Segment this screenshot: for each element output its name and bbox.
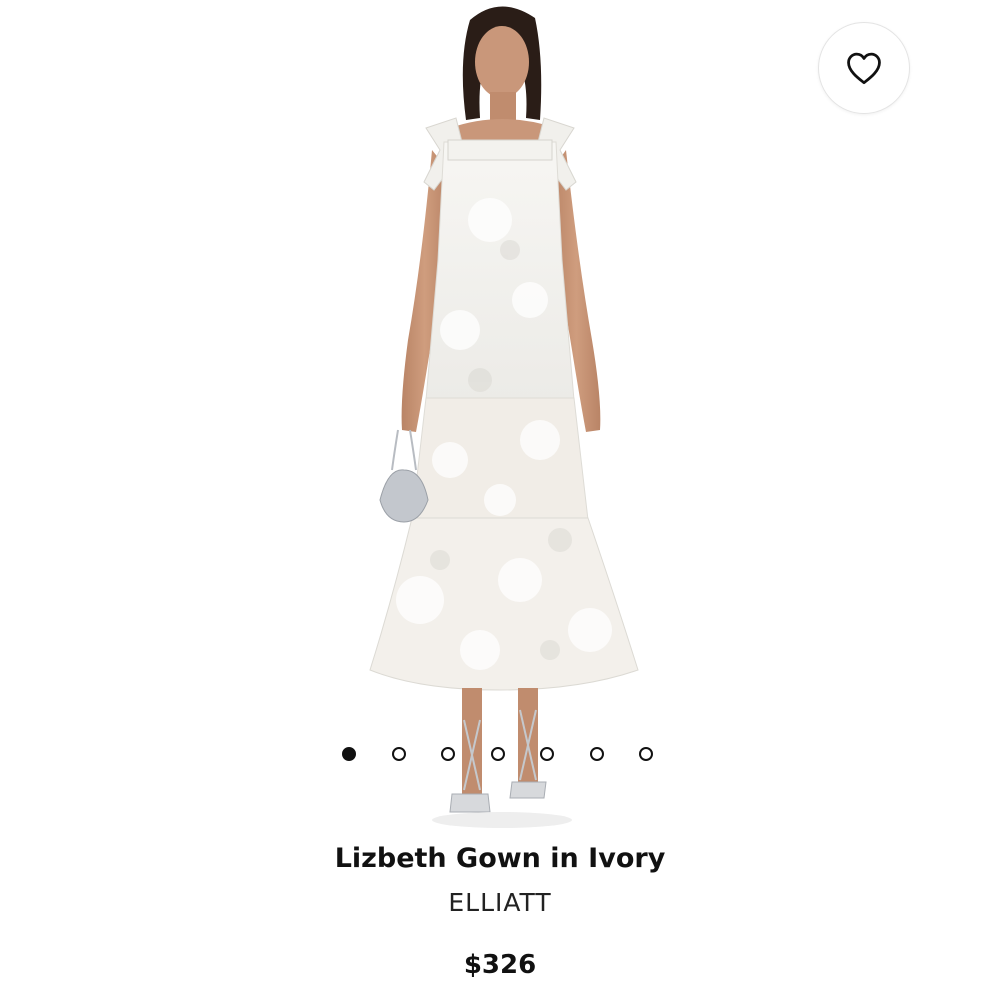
heart-outline-icon [847,52,881,85]
carousel-dot-1[interactable] [342,747,356,761]
dress-neckline [447,139,553,161]
wishlist-button[interactable] [818,22,910,114]
product-photo[interactable] [330,0,670,830]
carousel-dot-2[interactable] [391,747,406,761]
dress-bodice [425,141,575,401]
product-detail-page: Lizbeth Gown in Ivory ELLIATT $326 [0,0,1000,1000]
model-face [475,26,529,98]
handbag-strap [391,429,417,471]
carousel-dot-7[interactable] [639,747,653,761]
product-title[interactable]: Lizbeth Gown in Ivory [0,843,1000,874]
carousel-dot-5[interactable] [540,747,554,761]
carousel-dot-3[interactable] [441,747,455,761]
right-shoe [509,781,547,799]
left-shoe [449,793,491,813]
product-price: $326 [463,950,537,980]
carousel-dot-6[interactable] [589,747,604,761]
product-brand[interactable]: ELLIATT [0,888,1000,917]
carousel-dot-4[interactable] [490,747,505,761]
